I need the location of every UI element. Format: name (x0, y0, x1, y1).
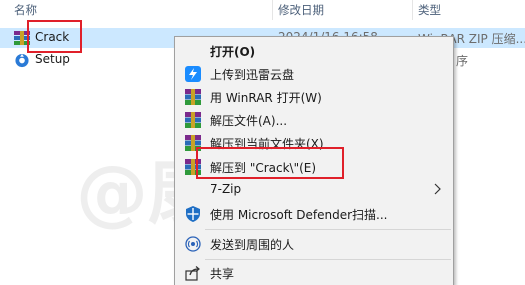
context-menu: 打开(O) 上传到迅雷云盘 用 WinRAR 打开(W) 解压文件(A)... (174, 36, 454, 285)
menu-item-label: 共享 (210, 267, 235, 281)
column-header-bar: 名称 修改日期 类型 (0, 0, 525, 20)
menu-item-upload-thunder[interactable]: 上传到迅雷云盘 (175, 63, 453, 85)
menu-item-label: 解压到当前文件夹(X) (210, 137, 324, 151)
menu-item-extract-here[interactable]: 解压到当前文件夹(X) (175, 132, 453, 154)
chevron-right-icon (434, 183, 441, 195)
menu-item-7zip[interactable]: 7-Zip (175, 179, 453, 201)
menu-item-label: 打开(O) (210, 45, 256, 59)
share-icon (185, 266, 200, 281)
menu-separator (205, 229, 451, 230)
menu-item-label: 用 WinRAR 打开(W) (210, 91, 322, 105)
menu-item-label: 发送到周围的人 (210, 238, 295, 252)
menu-item-open-winrar[interactable]: 用 WinRAR 打开(W) (175, 86, 453, 108)
menu-item-send-nearby[interactable]: 发送到周围的人 (175, 233, 453, 255)
winrar-archive-icon (14, 31, 30, 45)
winrar-icon (185, 135, 201, 151)
file-type: 序 (456, 54, 469, 68)
file-name: Crack (35, 30, 70, 44)
menu-separator (205, 259, 451, 260)
menu-item-extract-files[interactable]: 解压文件(A)... (175, 109, 453, 131)
column-divider[interactable] (412, 0, 413, 20)
winrar-icon (185, 112, 201, 128)
winrar-icon (185, 159, 201, 175)
menu-item-label: 7-Zip (210, 182, 242, 196)
menu-item-open[interactable]: 打开(O) (175, 40, 453, 62)
menu-item-label: 使用 Microsoft Defender扫描... (210, 208, 388, 222)
winrar-icon (185, 89, 201, 105)
nearby-share-icon (185, 236, 201, 252)
column-divider[interactable] (272, 0, 273, 20)
menu-item-label: 解压文件(A)... (210, 114, 288, 128)
column-header-date[interactable]: 修改日期 (278, 2, 324, 18)
column-header-name[interactable]: 名称 (14, 2, 37, 18)
menu-item-label: 上传到迅雷云盘 (210, 68, 295, 82)
defender-shield-icon (186, 206, 200, 222)
menu-item-extract-to-crack[interactable]: 解压到 "Crack\"(E) (175, 156, 453, 178)
menu-item-label: 解压到 "Crack\"(E) (210, 161, 317, 175)
setup-app-icon (15, 53, 29, 68)
menu-item-defender-scan[interactable]: 使用 Microsoft Defender扫描... (175, 203, 453, 225)
menu-item-share[interactable]: 共享 (175, 262, 453, 284)
file-name: Setup (35, 52, 70, 66)
column-header-type[interactable]: 类型 (418, 2, 441, 18)
thunder-cloud-icon (185, 66, 201, 82)
